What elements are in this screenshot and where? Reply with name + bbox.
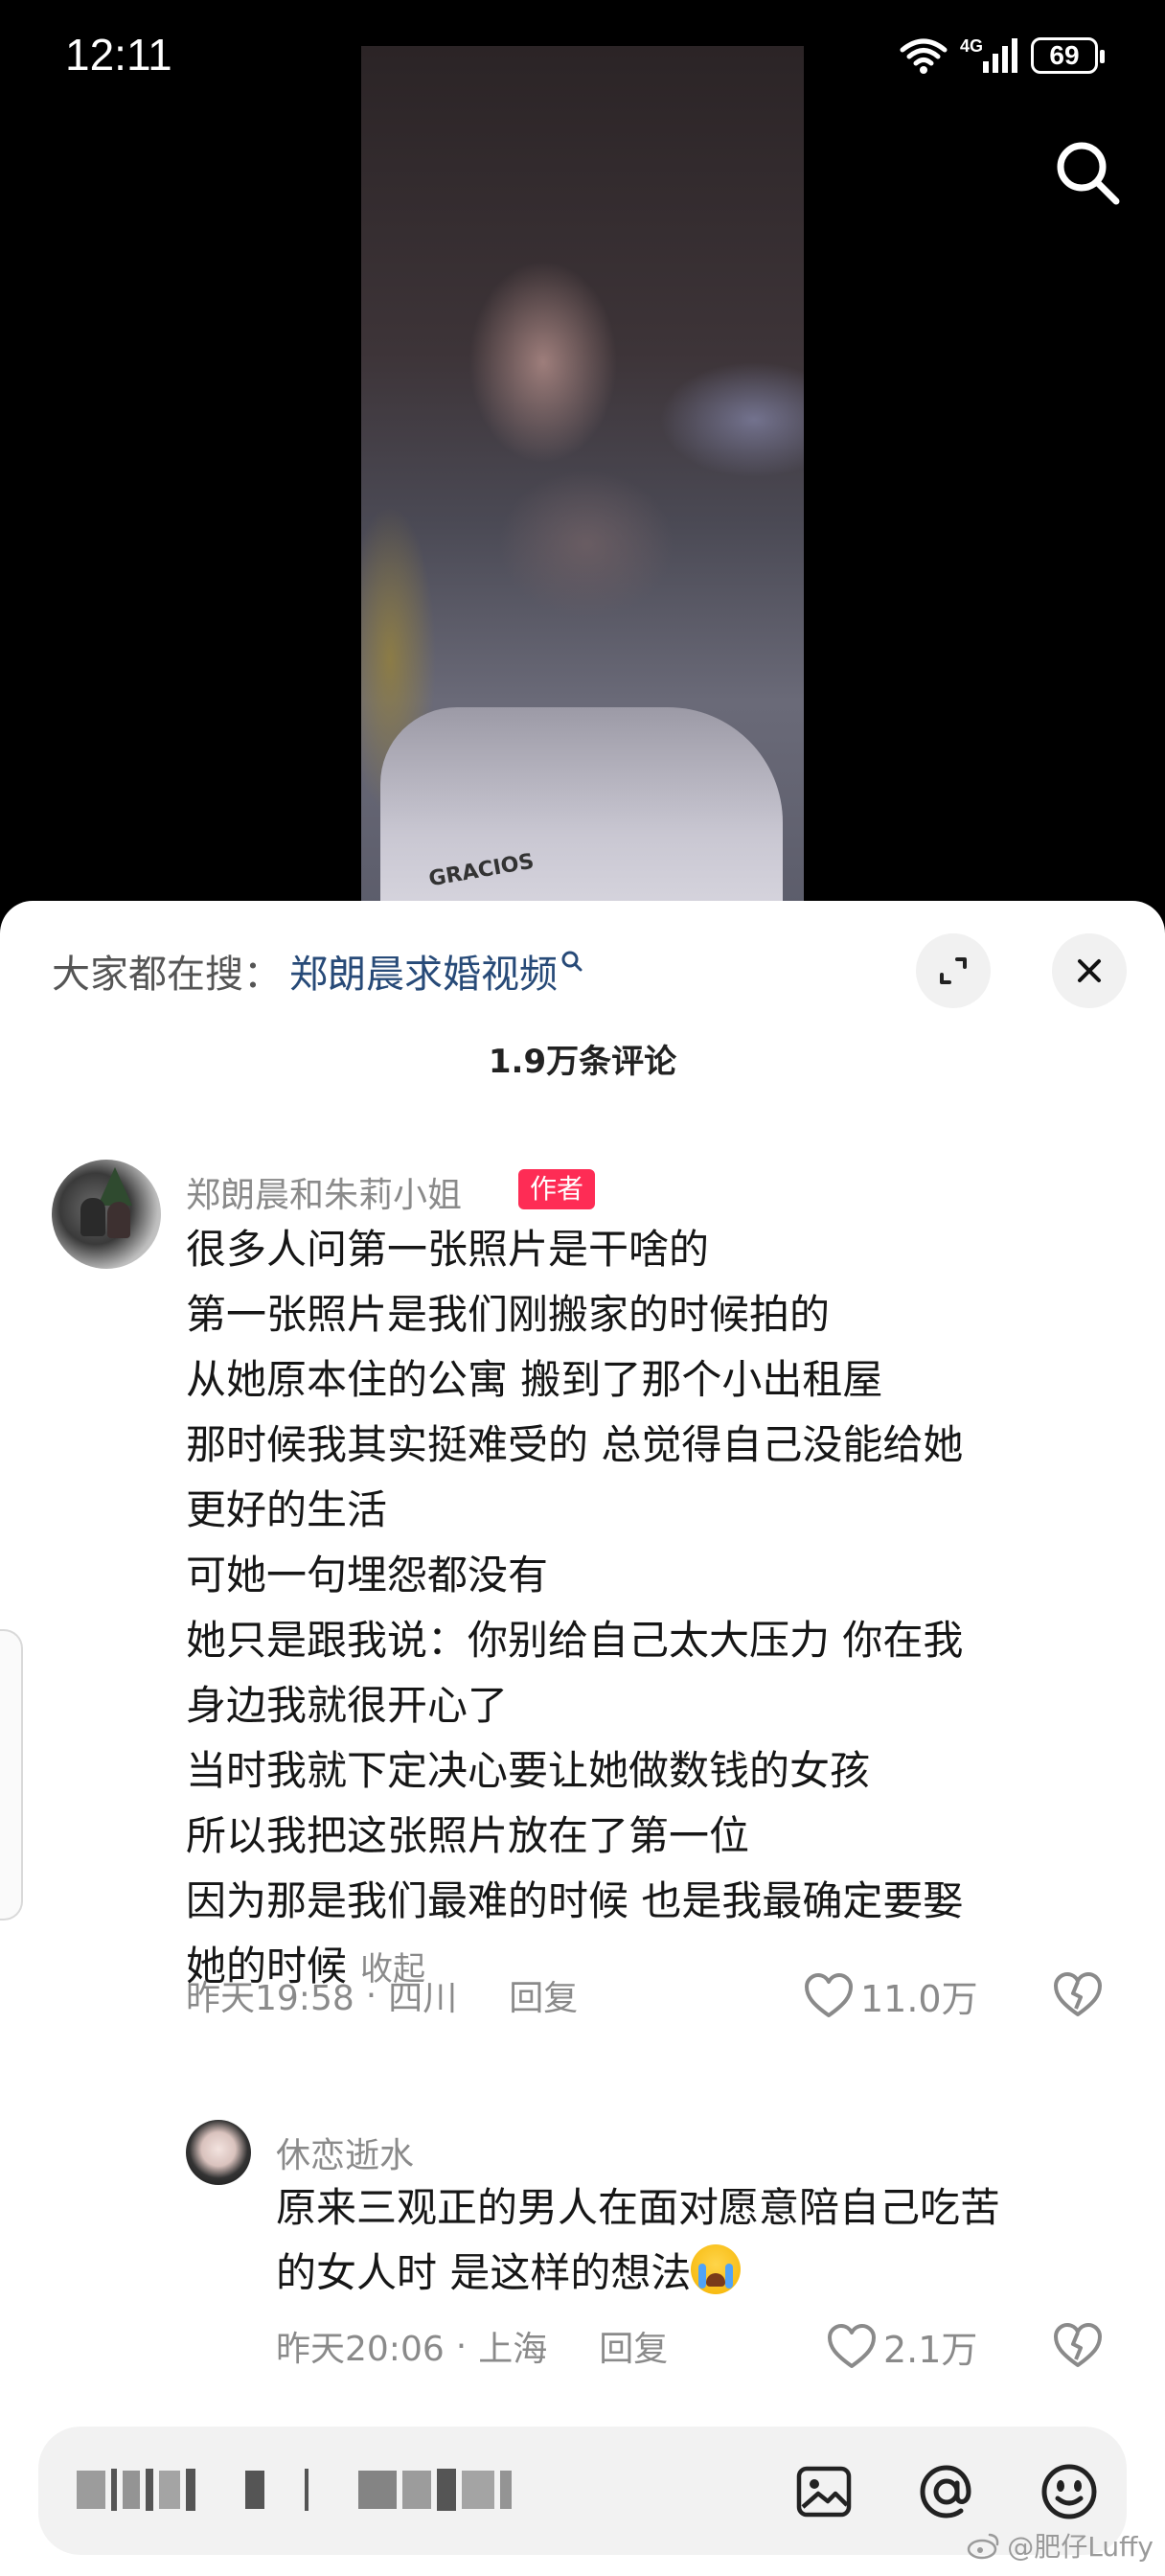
comment-username[interactable]: 郑朗晨和朱莉小姐 — [186, 1167, 462, 1217]
comment-line: 所以我把这张照片放在了第一位 — [186, 1812, 750, 1859]
heart-icon — [828, 2324, 876, 2368]
smiley-icon — [1041, 2464, 1097, 2519]
at-sign-icon — [920, 2465, 971, 2518]
watermark: @肥仔Luffy — [967, 2526, 1154, 2564]
comment-input[interactable] — [77, 2461, 613, 2518]
expand-button[interactable] — [916, 933, 991, 1008]
reply-button[interactable]: 回复 — [509, 1970, 578, 2020]
reply-line: 的女人时 是这样的想法 — [276, 2249, 692, 2296]
image-icon — [796, 2466, 852, 2518]
comment-line: 很多人问第一张照片是干啥的 — [186, 1226, 710, 1273]
watermark-text: @肥仔Luffy — [1007, 2531, 1154, 2563]
comment-input-bar — [38, 2426, 1127, 2555]
comment-line: 从她原本住的公寓 搬到了那个小出租屋 — [186, 1356, 883, 1403]
comment-line: 那时候我其实挺难受的 总觉得自己没能给她 — [186, 1421, 964, 1468]
comment-text: 很多人问第一张照片是干啥的 第一张照片是我们刚搬家的时候拍的 从她原本住的公寓 … — [186, 1217, 1106, 2002]
input-scribble — [500, 2471, 512, 2509]
broken-heart-icon — [1054, 1972, 1102, 2016]
comment-sheet: 大家都在搜： 郑朗晨求婚视频 1.9万条评论 郑朗晨和朱莉小姐 作者 很多人问第… — [0, 901, 1165, 2576]
close-button[interactable] — [1052, 933, 1127, 1008]
broken-heart-icon — [1054, 2323, 1102, 2367]
input-scribble — [186, 2469, 195, 2511]
close-icon — [1078, 959, 1101, 982]
avatar[interactable] — [186, 2120, 251, 2185]
like-count: 2.1万 — [883, 2328, 978, 2371]
reply-text: 原来三观正的男人在面对愿意陪自己吃苦 的女人时 是这样的想法 — [276, 2175, 1119, 2306]
battery-indicator: 69 — [1031, 37, 1105, 74]
comment-meta: 昨天19:58 · 四川 回复 — [186, 1966, 578, 2024]
emoji-mouth — [706, 2273, 726, 2287]
like-button[interactable]: 11.0万 — [803, 1966, 978, 2024]
reply-location: 上海 — [478, 2330, 548, 2369]
meta-separator: · — [365, 1975, 377, 2015]
input-scribble — [437, 2469, 456, 2511]
input-scribble — [358, 2471, 397, 2509]
reply-line-last: 的女人时 是这样的想法 — [276, 2241, 1119, 2306]
expand-icon — [940, 957, 967, 984]
comment-line: 可她一句埋怨都没有 — [186, 1552, 549, 1598]
image-button[interactable] — [786, 2453, 862, 2530]
weibo-logo-icon — [968, 2533, 999, 2560]
trending-search[interactable]: 大家都在搜： 郑朗晨求婚视频 — [52, 937, 584, 1004]
trending-search-prefix: 大家都在搜： — [52, 953, 282, 997]
comment-line: 当时我就下定决心要让她做数钱的女孩 — [186, 1747, 871, 1794]
input-scribble — [146, 2469, 153, 2511]
avatar-figure — [80, 1198, 105, 1236]
input-scribble — [111, 2469, 117, 2511]
comment-line: 因为那是我们最难的时候 也是我最确定要娶 — [186, 1877, 964, 1924]
reply-line: 原来三观正的男人在面对愿意陪自己吃苦 — [276, 2184, 1001, 2231]
comment-line: 身边我就很开心了 — [186, 1682, 509, 1729]
input-actions — [786, 2453, 1108, 2530]
trending-search-term[interactable]: 郑朗晨求婚视频 — [289, 943, 558, 999]
network-type: 4G — [959, 35, 983, 56]
input-scribble — [123, 2471, 140, 2509]
reply-meta: 昨天20:06 · 上海 回复 — [276, 2317, 668, 2375]
dislike-button[interactable] — [1052, 2321, 1104, 2373]
status-time: 12:11 — [65, 30, 172, 80]
video-area[interactable]: GRACIOS — [0, 0, 1165, 920]
author-badge: 作者 — [518, 1169, 596, 1209]
input-scribble — [402, 2471, 431, 2509]
input-scribble — [77, 2471, 105, 2509]
heart-icon — [805, 1973, 853, 2017]
meta-separator: · — [455, 2326, 468, 2366]
input-scribble — [305, 2469, 308, 2511]
search-small-icon — [561, 951, 582, 972]
avatar-tree — [98, 1167, 132, 1206]
input-scribble — [159, 2471, 180, 2509]
comment-line: 第一张照片是我们刚搬家的时候拍的 — [186, 1291, 831, 1338]
reply-time: 昨天20:06 — [276, 2330, 445, 2369]
video-frame[interactable]: GRACIOS — [361, 46, 804, 920]
wifi-icon — [900, 38, 948, 74]
comment-count: 1.9万条评论 — [488, 1043, 677, 1081]
mention-button[interactable] — [908, 2453, 985, 2530]
comment-line: 她只是跟我说：你别给自己太大压力 你在我 — [186, 1617, 964, 1664]
status-bar: 12:11 4G 69 — [0, 0, 1165, 115]
avatar[interactable] — [52, 1160, 161, 1269]
comment-time: 昨天19:58 — [186, 1979, 354, 2018]
like-button[interactable]: 2.1万 — [826, 2317, 977, 2375]
like-count: 11.0万 — [860, 1977, 978, 2020]
comment-location: 四川 — [388, 1979, 458, 2018]
comment-line: 更好的生活 — [186, 1486, 388, 1533]
crying-emoji-icon — [691, 2244, 742, 2294]
avatar-figure — [107, 1202, 130, 1238]
side-drawer-handle[interactable] — [0, 1629, 23, 1920]
reply-button[interactable]: 回复 — [599, 2321, 668, 2371]
input-scribble — [462, 2471, 494, 2509]
search-icon[interactable] — [1049, 134, 1126, 211]
reply-username[interactable]: 休恋逝水 — [276, 2128, 414, 2177]
input-scribble — [245, 2471, 264, 2509]
emoji-button[interactable] — [1031, 2453, 1108, 2530]
status-icons: 4G 69 — [899, 35, 1105, 75]
dislike-button[interactable] — [1052, 1970, 1104, 2022]
signal-icon — [983, 38, 1017, 73]
